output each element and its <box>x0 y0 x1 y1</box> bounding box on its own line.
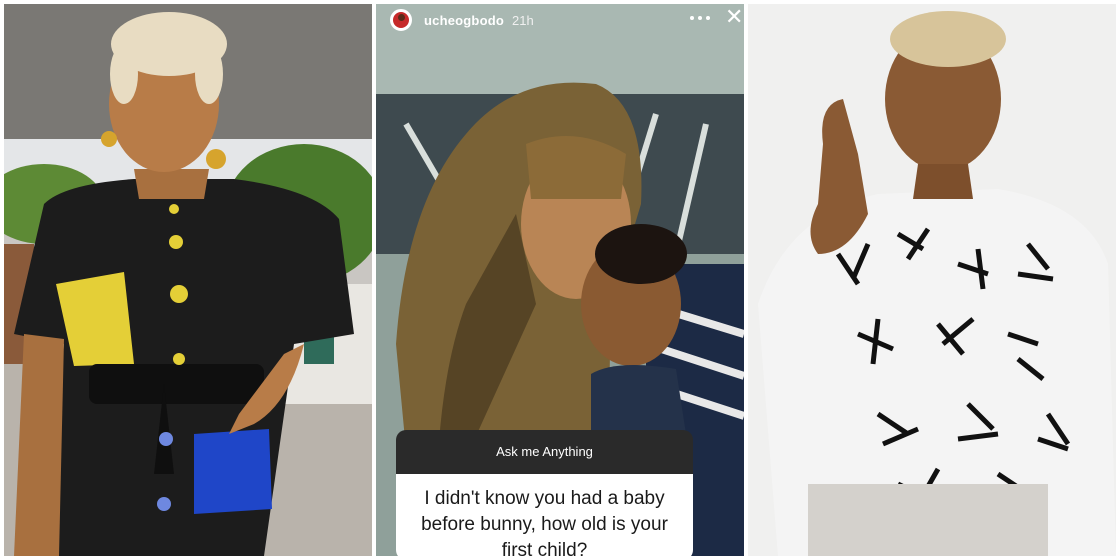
photo-woman-patterned-shirt <box>748 4 1116 556</box>
story-screenshot: ucheogbodo 21h ✕ Ask me Anything I didn'… <box>376 4 744 556</box>
photo-woman-black-dress <box>4 4 372 556</box>
right-photo-scene <box>748 4 1116 556</box>
more-icon[interactable] <box>688 13 712 25</box>
story-header: ucheogbodo 21h ✕ <box>376 4 744 38</box>
left-photo-scene <box>4 4 372 556</box>
close-icon[interactable]: ✕ <box>725 6 743 28</box>
story-timestamp: 21h <box>512 13 534 28</box>
question-sticker: Ask me Anything I didn't know you had a … <box>396 430 693 556</box>
avatar-ring <box>393 12 409 28</box>
story-username[interactable]: ucheogbodo <box>424 13 504 28</box>
avatar-head <box>398 14 405 21</box>
question-sticker-header: Ask me Anything <box>396 430 693 474</box>
profile-avatar[interactable] <box>390 9 412 31</box>
question-sticker-text: I didn't know you had a baby before bunn… <box>396 474 693 556</box>
photo-collage: ucheogbodo 21h ✕ Ask me Anything I didn'… <box>0 0 1120 560</box>
